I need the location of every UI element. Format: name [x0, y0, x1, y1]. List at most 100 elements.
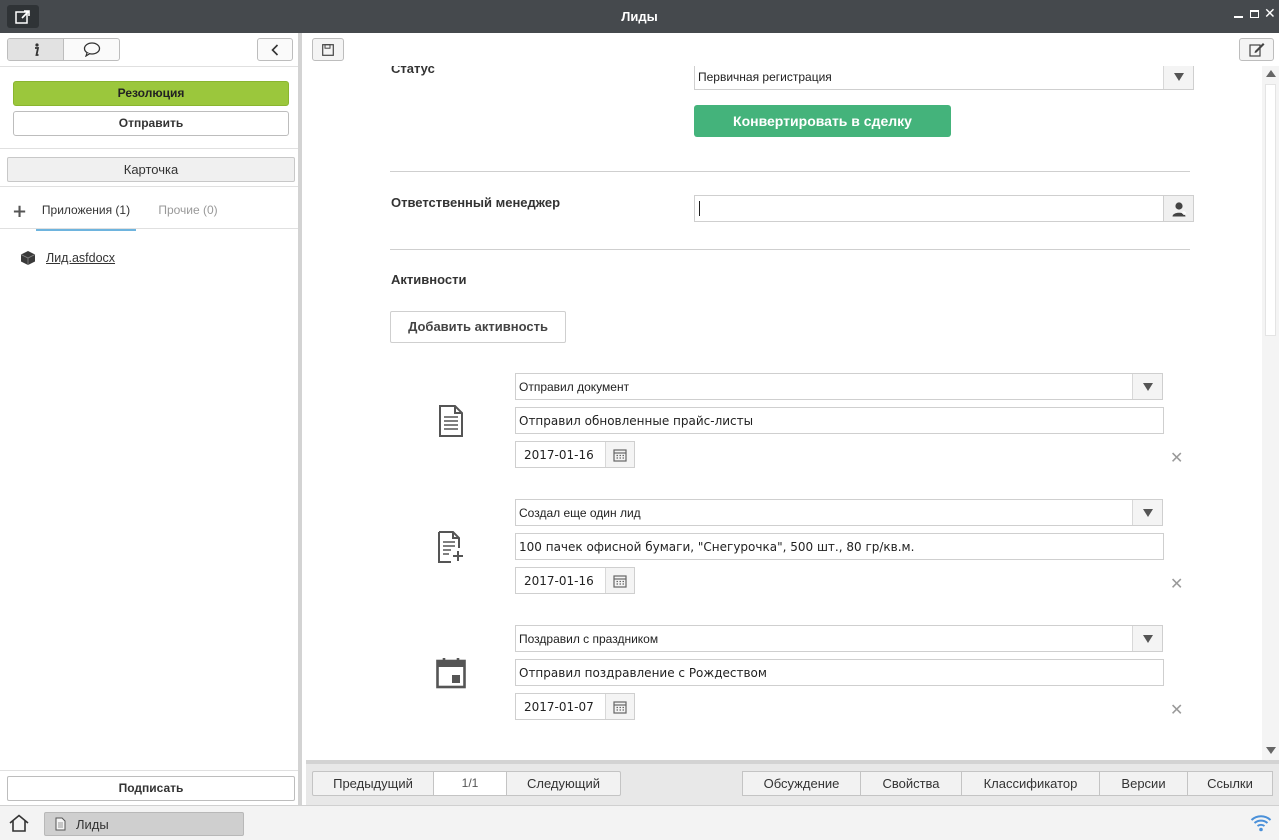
wifi-icon [1250, 814, 1272, 835]
window-title: Лиды [621, 9, 658, 24]
title-bar: Лиды ✕ [0, 0, 1279, 33]
pager: Предыдущий 1/1 Следующий [312, 771, 621, 796]
card-button[interactable]: Карточка [7, 157, 295, 182]
vertical-scrollbar[interactable] [1262, 66, 1279, 760]
info-tab[interactable] [8, 39, 64, 60]
collapse-panel-button[interactable] [257, 38, 293, 61]
tab-properties[interactable]: Свойства [860, 771, 961, 796]
status-label: Статус [391, 66, 435, 76]
taskbar-item-leads[interactable]: Лиды [44, 812, 244, 836]
edit-icon [1248, 43, 1264, 57]
select-user-button[interactable] [1164, 195, 1194, 222]
tab-discussion[interactable]: Обсуждение [742, 771, 860, 796]
comments-tab[interactable] [64, 39, 119, 60]
taskbar-item-label: Лиды [76, 816, 109, 832]
scroll-down-icon[interactable] [1266, 747, 1276, 754]
activities-label: Активности [391, 272, 467, 287]
home-button[interactable] [8, 814, 30, 835]
activity-type-select[interactable]: Создал еще один лид [515, 499, 1163, 526]
scroll-up-icon[interactable] [1266, 70, 1276, 77]
manager-input[interactable] [694, 195, 1164, 222]
chevron-down-icon[interactable] [1132, 626, 1162, 651]
divider [0, 66, 298, 67]
activity-type-value: Создал еще один лид [519, 506, 641, 520]
activity-date-input[interactable]: 2017-01-16 [515, 441, 635, 468]
chevron-down-icon[interactable] [1132, 500, 1162, 525]
send-button[interactable]: Отправить [13, 111, 289, 136]
lead-form: Статус Первичная регистрация Конвертиров… [306, 66, 1262, 760]
divider [0, 148, 298, 149]
calendar-icon[interactable] [605, 694, 634, 719]
activity-type-select[interactable]: Поздравил с праздником [515, 625, 1163, 652]
left-panel-mode-switch [7, 38, 120, 61]
attachment-name[interactable]: Лид.asfdocx [46, 251, 115, 265]
divider [0, 228, 298, 229]
chevron-down-icon[interactable] [1132, 374, 1162, 399]
text-cursor [699, 201, 700, 216]
delete-activity-button[interactable]: ✕ [1170, 700, 1183, 719]
home-icon [9, 814, 29, 832]
calendar-icon[interactable] [605, 442, 634, 467]
status-value: Первичная регистрация [698, 70, 832, 84]
activity-date-input[interactable]: 2017-01-16 [515, 567, 635, 594]
edit-button[interactable] [1239, 38, 1274, 61]
close-window-button[interactable]: ✕ [1264, 6, 1276, 22]
save-button[interactable] [312, 38, 344, 61]
user-icon [1172, 201, 1186, 216]
tab-links[interactable]: Ссылки [1187, 771, 1273, 796]
minimize-button[interactable] [1234, 16, 1243, 18]
maximize-button[interactable] [1250, 10, 1259, 18]
divider [0, 186, 298, 187]
calendar-icon[interactable] [605, 568, 634, 593]
speech-bubble-icon [83, 42, 100, 57]
tab-classifier[interactable]: Классификатор [961, 771, 1099, 796]
activity-date-value: 2017-01-16 [524, 574, 594, 588]
document-toolbar [306, 33, 1279, 66]
calendar-event-icon [436, 656, 466, 690]
tab-versions[interactable]: Версии [1099, 771, 1187, 796]
activity-description-input[interactable]: Отправил обновленные прайс-листы [515, 407, 1164, 434]
new-document-icon [436, 530, 466, 564]
divider [390, 249, 1190, 250]
activity-description-value: Отправил обновленные прайс-листы [519, 414, 754, 428]
left-panel: Резолюция Отправить Карточка + Приложени… [0, 33, 302, 805]
add-attachment-icon[interactable]: + [12, 201, 27, 222]
tab-other-files[interactable]: Прочие (0) [150, 203, 226, 231]
page-count: 1/1 [434, 771, 506, 796]
floppy-disk-icon [322, 43, 334, 56]
activity-type-value: Поздравил с праздником [519, 632, 659, 646]
add-activity-button[interactable]: Добавить активность [390, 311, 566, 343]
activity-date-value: 2017-01-07 [524, 700, 594, 714]
document-icon [55, 817, 66, 831]
document-icon [436, 404, 466, 438]
delete-activity-button[interactable]: ✕ [1170, 574, 1183, 593]
manager-label: Ответственный менеджер [391, 195, 561, 210]
document-cube-icon [20, 251, 36, 265]
divider [390, 171, 1190, 172]
delete-activity-button[interactable]: ✕ [1170, 448, 1183, 467]
document-tabs: Обсуждение Свойства Классификатор Версии… [742, 771, 1273, 796]
status-select[interactable]: Первичная регистрация [694, 66, 1194, 90]
activity-date-input[interactable]: 2017-01-07 [515, 693, 635, 720]
previous-button[interactable]: Предыдущий [312, 771, 434, 796]
sign-button[interactable]: Подписать [7, 776, 295, 801]
chevron-down-icon[interactable] [1163, 66, 1193, 89]
chevron-left-icon [271, 43, 279, 56]
taskbar: Лиды [0, 805, 1279, 840]
scrollbar-thumb[interactable] [1265, 84, 1276, 336]
activity-date-value: 2017-01-16 [524, 448, 594, 462]
attachment-item[interactable]: Лид.asfdocx [20, 250, 115, 266]
activity-description-input[interactable]: Отправил поздравление с Рождеством [515, 659, 1164, 686]
info-icon [34, 42, 39, 56]
activity-type-select[interactable]: Отправил документ [515, 373, 1163, 400]
tab-attachments[interactable]: Приложения (1) [36, 203, 136, 231]
next-button[interactable]: Следующий [506, 771, 621, 796]
activity-description-value: Отправил поздравление с Рождеством [519, 666, 767, 680]
activity-description-input[interactable]: 100 пачек офисной бумаги, "Снегурочка", … [515, 533, 1164, 560]
activity-description-value: 100 пачек офисной бумаги, "Снегурочка", … [519, 540, 915, 554]
activity-type-value: Отправил документ [519, 380, 630, 394]
convert-to-deal-button[interactable]: Конвертировать в сделку [694, 105, 951, 137]
resolution-button[interactable]: Резолюция [13, 81, 289, 106]
divider [0, 770, 298, 771]
bottom-navigation: Предыдущий 1/1 Следующий Обсуждение Свой… [306, 760, 1279, 805]
